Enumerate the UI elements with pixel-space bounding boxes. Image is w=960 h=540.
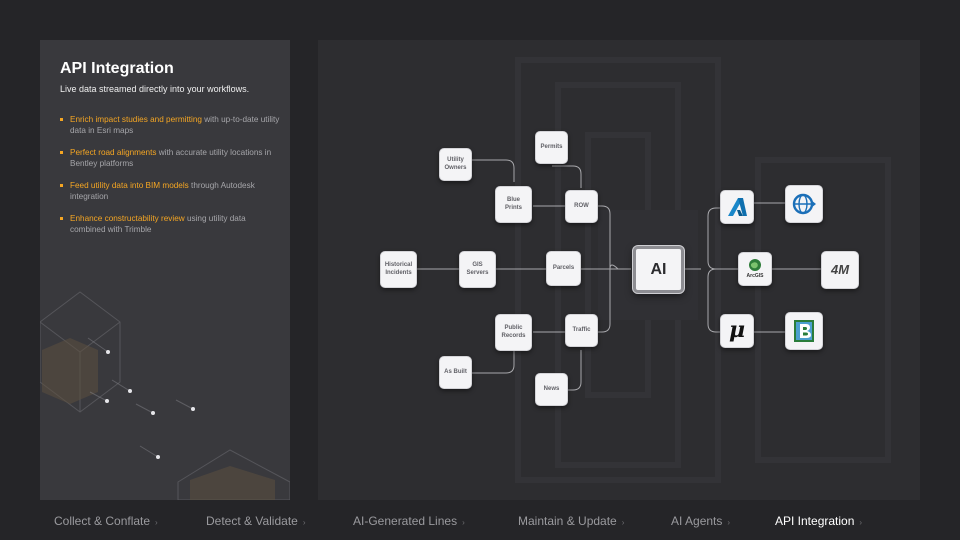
node-label: Permits [540, 143, 563, 150]
node-microstation[interactable]: μ [720, 314, 754, 348]
feature-item: Enhance constructability review using ut… [60, 213, 282, 235]
node-label: Public Records [501, 325, 526, 339]
nav-maintain-update[interactable]: Maintain & Update › [518, 514, 624, 528]
node-bentley[interactable] [785, 312, 823, 350]
feature-list: Enrich impact studies and permitting wit… [60, 114, 282, 246]
node-label: Blue Prints [504, 197, 522, 211]
integration-diagram: Utility Owners Permits Blue Prints ROW H… [318, 40, 920, 500]
node-label: GIS Servers [466, 262, 489, 276]
node-permits[interactable]: Permits [535, 131, 568, 164]
feature-highlight: Enrich impact studies and permitting [70, 115, 202, 124]
nav-ai-generated-lines[interactable]: AI-Generated Lines › [353, 514, 465, 528]
chevron-right-icon: › [462, 518, 465, 527]
node-arcgis[interactable]: ArcGIS [738, 252, 772, 286]
nav-collect-conflate[interactable]: Collect & Conflate › [54, 514, 158, 528]
node-parcels[interactable]: Parcels [546, 251, 581, 286]
ai-label: AI [650, 260, 667, 278]
feature-highlight: Feed utility data into BIM models [70, 181, 189, 190]
node-news[interactable]: News [535, 373, 568, 406]
panel-title: API Integration [60, 60, 174, 77]
node-traffic[interactable]: Traffic [565, 314, 598, 347]
feature-highlight: Enhance constructability review [70, 214, 185, 223]
node-utility-owners[interactable]: Utility Owners [439, 148, 472, 181]
node-label: Parcels [552, 264, 575, 271]
feature-highlight: Perfect road alignments [70, 148, 157, 157]
node-gis-servers[interactable]: GIS Servers [459, 251, 496, 288]
node-label: Utility Owners [444, 157, 467, 171]
nav-label: API Integration [775, 514, 855, 528]
chevron-right-icon: › [621, 518, 625, 527]
node-4m[interactable]: 4M [821, 251, 859, 289]
trimble-globe-icon [791, 191, 817, 217]
bullet-icon [60, 184, 63, 187]
microstation-logo-icon: μ [728, 317, 746, 344]
bullet-icon [60, 217, 63, 220]
node-as-built[interactable]: As Built [439, 356, 472, 389]
arcgis-globe-icon [748, 258, 762, 272]
feature-item: Perfect road alignments with accurate ut… [60, 147, 282, 169]
four-m-logo-label: 4M [830, 262, 850, 278]
info-panel: API Integration Live data streamed direc… [40, 40, 290, 500]
node-label: As Built [444, 368, 467, 375]
arcgis-label: ArcGIS [746, 272, 764, 279]
cube-decoration [40, 291, 290, 500]
nav-label: Collect & Conflate [54, 514, 151, 528]
nav-label: AI-Generated Lines [353, 514, 458, 528]
panel-subtitle: Live data streamed directly into your wo… [60, 84, 250, 94]
nav-api-integration[interactable]: API Integration › [775, 514, 862, 528]
feature-item: Feed utility data into BIM models throug… [60, 180, 282, 202]
nav-label: AI Agents [671, 514, 723, 528]
chevron-right-icon: › [727, 518, 731, 527]
node-autodesk[interactable] [720, 190, 754, 224]
autodesk-logo-icon [726, 197, 748, 217]
chevron-right-icon: › [155, 518, 158, 527]
nav-label: Maintain & Update [518, 514, 617, 528]
bentley-b-icon [793, 319, 815, 343]
node-ai[interactable]: AI [633, 246, 684, 293]
feature-item: Enrich impact studies and permitting wit… [60, 114, 282, 136]
nav-detect-validate[interactable]: Detect & Validate › [206, 514, 306, 528]
step-navigation: Collect & Conflate › Detect & Validate › A… [0, 510, 960, 532]
node-row[interactable]: ROW [565, 190, 598, 223]
node-label: News [543, 385, 560, 392]
node-historical-incidents[interactable]: Historical Incidents [380, 251, 417, 288]
node-trimble[interactable] [785, 185, 823, 223]
nav-ai-agents[interactable]: AI Agents › [671, 514, 730, 528]
nav-label: Detect & Validate [206, 514, 298, 528]
bullet-icon [60, 151, 63, 154]
node-label: ROW [574, 202, 589, 209]
bullet-icon [60, 118, 63, 121]
node-public-records[interactable]: Public Records [495, 314, 532, 351]
node-blue-prints[interactable]: Blue Prints [495, 186, 532, 223]
chevron-right-icon: › [302, 518, 306, 527]
node-label: Historical Incidents [384, 262, 413, 276]
node-label: Traffic [572, 326, 591, 333]
chevron-right-icon: › [859, 518, 863, 527]
